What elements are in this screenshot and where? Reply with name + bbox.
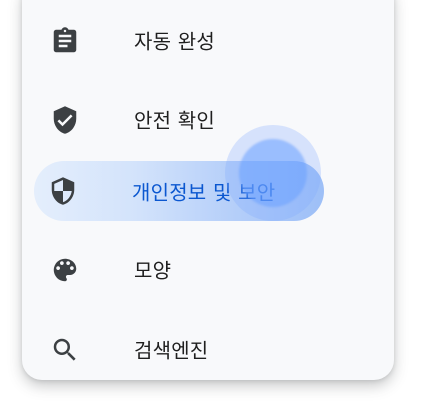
- menu-item-label: 안전 확인: [134, 108, 215, 133]
- shield-check-icon: [50, 105, 80, 135]
- menu-item-safety-check[interactable]: 안전 확인: [36, 90, 326, 148]
- menu-item-label: 개인정보 및 보안: [132, 180, 276, 205]
- menu-item-search-engine[interactable]: 검색엔진: [36, 320, 326, 378]
- menu-item-appearance[interactable]: 모양: [36, 240, 326, 298]
- search-icon: [50, 335, 80, 365]
- settings-menu-card: 자동 완성 안전 확인 개인정보 및 보안 모양 검색엔진: [22, 0, 394, 380]
- clipboard-icon: [50, 26, 80, 56]
- palette-icon: [50, 255, 80, 285]
- menu-item-label: 자동 완성: [134, 29, 215, 54]
- menu-item-label: 검색엔진: [134, 338, 209, 363]
- menu-item-autofill[interactable]: 자동 완성: [36, 11, 326, 69]
- menu-item-privacy-security[interactable]: 개인정보 및 보안: [34, 161, 324, 221]
- menu-item-label: 모양: [134, 258, 172, 283]
- shield-half-icon: [48, 176, 78, 206]
